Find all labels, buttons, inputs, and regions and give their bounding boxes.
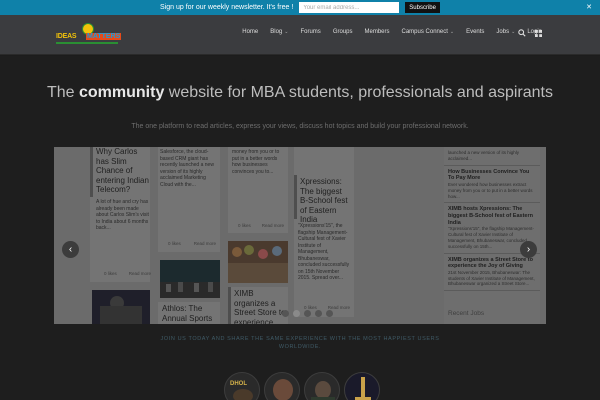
- avatar[interactable]: [304, 372, 340, 400]
- read-more-link[interactable]: Read more: [262, 223, 284, 228]
- avatar-badge-text: DHOL: [230, 381, 247, 387]
- post-image: [92, 290, 150, 324]
- chevron-down-icon: ⌄: [449, 29, 455, 35]
- post-excerpt: Salesforce, the cloud-based CRM giant ha…: [160, 149, 214, 188]
- nav-item-home[interactable]: Home: [236, 29, 264, 35]
- newsletter-email-input[interactable]: [299, 2, 400, 13]
- nav-item-blog[interactable]: Blog ⌄: [264, 29, 294, 35]
- slider-pagination: [282, 310, 333, 317]
- post-title[interactable]: Why Carlos has Slim Chance of entering I…: [96, 147, 150, 195]
- post-title[interactable]: Xpressions: The biggest B-School fest of…: [300, 177, 352, 225]
- nav-item-groups[interactable]: Groups: [327, 29, 359, 35]
- avatar[interactable]: DHOL: [224, 372, 260, 400]
- newsletter-bar: Sign up for our weekly newsletter. It's …: [0, 0, 600, 15]
- slider-dot[interactable]: [315, 310, 322, 317]
- slider-dot[interactable]: [326, 310, 333, 317]
- search-icon[interactable]: [518, 29, 526, 37]
- chevron-down-icon: ⌄: [284, 29, 289, 35]
- sidebar-post[interactable]: XIMB organizes a Street Store to experie…: [444, 254, 540, 292]
- chevron-left-icon: ‹: [68, 244, 73, 255]
- post-excerpt: money from you or to put in a better wor…: [232, 149, 280, 175]
- nav-item-jobs[interactable]: Jobs ⌄: [490, 29, 521, 35]
- post-title[interactable]: Athlos: The Annual Sports: [162, 304, 218, 323]
- hero-title: The community website for MBA students, …: [46, 84, 553, 101]
- avatar[interactable]: [344, 372, 380, 400]
- post-likes: 0 likes: [238, 223, 251, 228]
- post-excerpt: "Xpressions'15", the flagship Management…: [298, 223, 350, 281]
- post-image: [228, 241, 288, 283]
- post-card[interactable]: Athlos: The Annual Sports: [158, 302, 220, 324]
- member-avatars: DHOL: [224, 372, 380, 400]
- post-card[interactable]: Xpressions: The biggest B-School fest of…: [294, 147, 354, 317]
- logo-word-ideas: IDEAS: [56, 33, 77, 40]
- slider-next-button[interactable]: ›: [520, 241, 537, 258]
- logo-underline: [56, 42, 118, 44]
- post-image: [160, 260, 220, 298]
- subscribe-button[interactable]: Subscribe: [405, 2, 440, 13]
- avatar[interactable]: [264, 372, 300, 400]
- recent-jobs-heading: Recent Jobs: [448, 310, 485, 317]
- slider-dot-active[interactable]: [293, 310, 300, 317]
- grid-menu-icon[interactable]: [535, 30, 542, 37]
- site-logo[interactable]: IDEAS MATTERS: [56, 23, 122, 45]
- read-more-link[interactable]: Read more: [129, 271, 151, 276]
- join-tagline: JOIN US TODAY AND SHARE THE SAME EXPERIE…: [160, 336, 440, 350]
- post-likes: 0 likes: [104, 271, 117, 276]
- content-slider: Why Carlos has Slim Chance of entering I…: [54, 147, 546, 324]
- nav-item-forums[interactable]: Forums: [294, 29, 326, 35]
- slider-dot[interactable]: [304, 310, 311, 317]
- sidebar-post-title[interactable]: How Businesses Convince You To Pay More: [448, 169, 536, 182]
- main-nav: Home Blog ⌄ Forums Groups Members Campus …: [236, 29, 548, 35]
- nav-item-members[interactable]: Members: [359, 29, 396, 35]
- post-card[interactable]: Salesforce, the cloud-based CRM giant ha…: [158, 147, 220, 252]
- read-more-link[interactable]: Read more: [194, 241, 216, 246]
- post-card[interactable]: XIMB organizes a Street Store to experie…: [228, 287, 288, 324]
- slider-prev-button[interactable]: ‹: [62, 241, 79, 258]
- post-title[interactable]: XIMB organizes a Street Store to experie…: [234, 289, 286, 324]
- nav-item-campus-connect[interactable]: Campus Connect ⌄: [396, 29, 461, 35]
- chevron-down-icon: ⌄: [511, 29, 516, 35]
- sidebar-post-title[interactable]: XIMB organizes a Street Store to experie…: [448, 257, 536, 270]
- newsletter-message: Sign up for our weekly newsletter. It's …: [160, 4, 294, 11]
- sidebar-post-title[interactable]: XIMB hosts Xpressions: The biggest B-Sch…: [448, 206, 536, 226]
- chevron-right-icon: ›: [526, 244, 531, 255]
- post-excerpt: A lot of hue and cry has already been ma…: [96, 199, 149, 231]
- post-likes: 0 likes: [168, 241, 181, 246]
- close-icon[interactable]: ✕: [586, 3, 592, 11]
- slider-dot[interactable]: [282, 310, 289, 317]
- sidebar-post[interactable]: launched a new version of its highly acc…: [444, 147, 540, 166]
- post-card[interactable]: money from you or to put in a better wor…: [228, 147, 288, 233]
- post-card[interactable]: Why Carlos has Slim Chance of entering I…: [90, 147, 151, 282]
- nav-item-events[interactable]: Events: [460, 29, 490, 35]
- hero-subtitle: The one platform to read articles, expre…: [131, 123, 469, 130]
- recent-posts-widget: launched a new version of its highly acc…: [444, 147, 540, 324]
- sidebar-post[interactable]: How Businesses Convince You To Pay More …: [444, 166, 540, 204]
- logo-word-matters: MATTERS: [86, 33, 122, 40]
- site-header: IDEAS MATTERS Home Blog ⌄ Forums Groups M…: [0, 15, 600, 55]
